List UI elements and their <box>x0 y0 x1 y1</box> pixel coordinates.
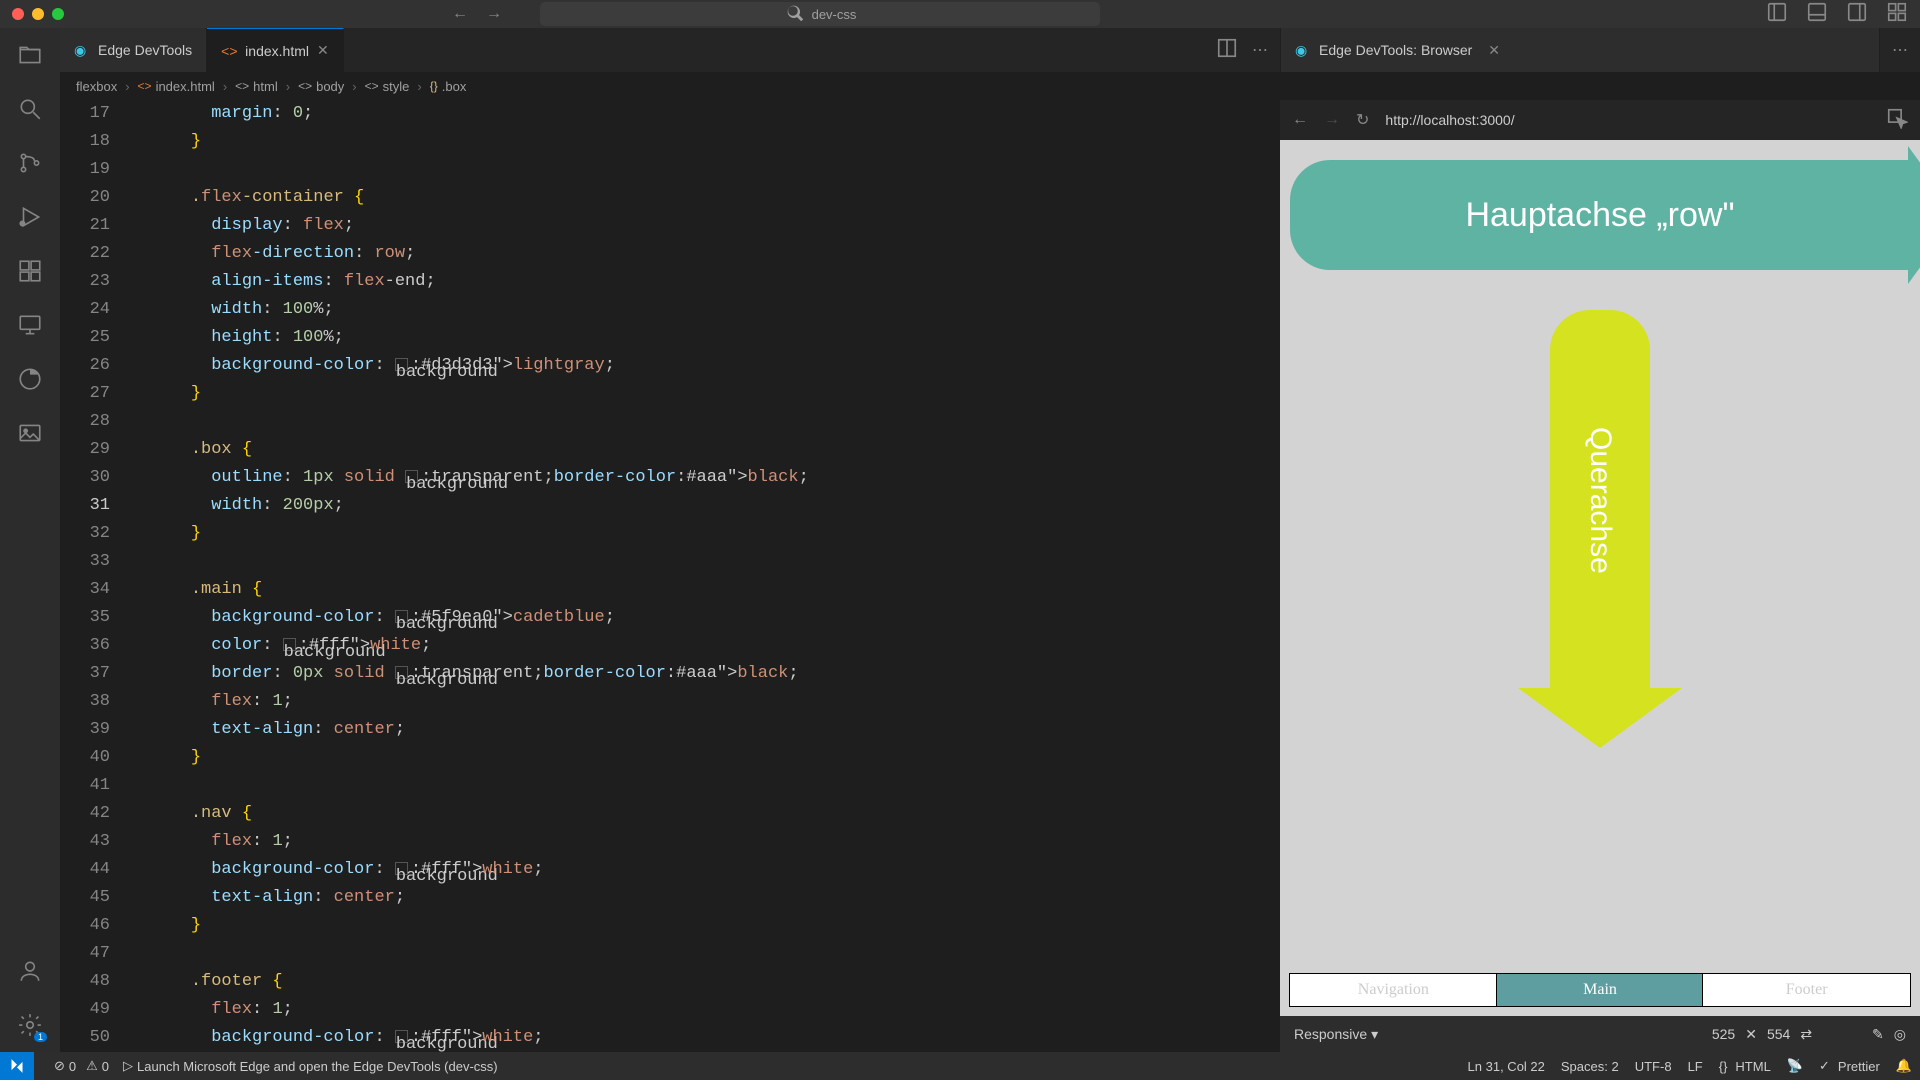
browser-preview-pane: ← → ↻ Hauptachse „row" Querachse <box>1280 100 1920 1052</box>
crumb-style[interactable]: <>style <box>365 79 410 94</box>
viewport-width[interactable]: 525 <box>1712 1026 1735 1042</box>
error-icon: ⊘ <box>54 1058 65 1074</box>
browser-forward-button[interactable]: → <box>1324 111 1340 129</box>
nav-forward-button[interactable]: → <box>486 5 502 23</box>
notifications-icon[interactable]: 🔔 <box>1896 1058 1912 1074</box>
code-editor[interactable]: 1718192021222324252627282930313233343536… <box>60 100 1280 1052</box>
warning-icon: ⚠ <box>86 1058 98 1074</box>
browser-back-button[interactable]: ← <box>1292 111 1308 129</box>
launch-edge-button[interactable]: ▷ Launch Microsoft Edge and open the Edg… <box>123 1058 498 1074</box>
explorer-icon[interactable] <box>15 40 45 70</box>
dimensions-separator: ✕ <box>1745 1026 1757 1043</box>
tab-label: Edge DevTools <box>98 42 192 58</box>
accounts-icon[interactable] <box>15 956 45 986</box>
horizontal-arrow-diagram: Hauptachse „row" <box>1290 160 1910 270</box>
arrow-h-label: Hauptachse „row" <box>1465 196 1734 235</box>
tab-label: index.html <box>245 43 309 59</box>
viewport-height[interactable]: 554 <box>1767 1026 1790 1042</box>
go-live-icon[interactable]: 📡 <box>1787 1058 1803 1074</box>
tab-close-button[interactable]: ✕ <box>1488 42 1500 59</box>
tab-edge-devtools[interactable]: ◉ Edge DevTools <box>60 28 207 72</box>
more-actions-icon[interactable]: ⋯ <box>1892 40 1908 60</box>
flex-item-nav: Navigation <box>1290 974 1497 1006</box>
url-input[interactable] <box>1385 112 1870 128</box>
arrow-v-label: Querachse <box>1583 427 1617 574</box>
flex-demo-row: Navigation Main Footer <box>1290 974 1910 1006</box>
inspect-element-icon[interactable] <box>1886 107 1908 134</box>
traffic-lights <box>12 8 64 20</box>
more-actions-icon[interactable]: ⋯ <box>1252 40 1268 60</box>
edge-icon: ◉ <box>1295 42 1311 58</box>
split-editor-icon[interactable] <box>1216 37 1238 64</box>
edge-icon: ◉ <box>74 42 90 58</box>
crumb-html[interactable]: <>html <box>235 79 278 94</box>
rotate-icon[interactable]: ⇄ <box>1800 1026 1812 1043</box>
search-icon[interactable] <box>15 94 45 124</box>
titlebar: ← → dev-css <box>0 0 1920 28</box>
edge-tools-icon[interactable] <box>15 364 45 394</box>
tab-index-html[interactable]: <> index.html ✕ <box>207 28 344 72</box>
device-selector[interactable]: Responsive ▾ <box>1294 1026 1378 1043</box>
layout-panel-left-icon[interactable] <box>1766 1 1788 28</box>
close-window-button[interactable] <box>12 8 24 20</box>
activity-bar: 1 <box>0 28 60 1052</box>
prettier-status[interactable]: ✓Prettier <box>1819 1058 1880 1074</box>
errors-count[interactable]: ⊘0 ⚠0 <box>54 1058 109 1074</box>
device-emulation-bar: Responsive ▾ 525 ✕ 554 ⇄ ✎ ◎ <box>1280 1016 1920 1052</box>
debug-icon: ▷ <box>123 1058 133 1074</box>
run-debug-icon[interactable] <box>15 202 45 232</box>
cursor-position[interactable]: Ln 31, Col 22 <box>1468 1059 1545 1074</box>
html-file-icon: <> <box>221 43 237 59</box>
encoding-status[interactable]: UTF-8 <box>1635 1059 1672 1074</box>
settings-gear-icon[interactable]: 1 <box>15 1010 45 1040</box>
screenshot-icon[interactable]: ✎ <box>1872 1026 1884 1043</box>
tab-edge-browser[interactable]: ◉ Edge DevTools: Browser ✕ <box>1281 28 1880 72</box>
indentation-status[interactable]: Spaces: 2 <box>1561 1059 1619 1074</box>
extensions-icon[interactable] <box>15 256 45 286</box>
status-bar: ⊘0 ⚠0 ▷ Launch Microsoft Edge and open t… <box>0 1052 1920 1080</box>
editor-tabs: ◉ Edge DevTools <> index.html ✕ ⋯ ◉ Edge… <box>60 28 1920 72</box>
image-tool-icon[interactable] <box>15 418 45 448</box>
crumb-file[interactable]: <>index.html <box>138 79 215 94</box>
nav-back-button[interactable]: ← <box>452 5 468 23</box>
command-center-search[interactable]: dev-css <box>540 2 1100 26</box>
crumb-selector[interactable]: {}.box <box>430 79 467 94</box>
line-number-gutter: 1718192021222324252627282930313233343536… <box>60 100 130 1052</box>
remote-explorer-icon[interactable] <box>15 310 45 340</box>
eol-status[interactable]: LF <box>1688 1059 1703 1074</box>
tab-label: Edge DevTools: Browser <box>1319 42 1472 58</box>
browser-toolbar: ← → ↻ <box>1280 100 1920 140</box>
source-control-icon[interactable] <box>15 148 45 178</box>
breadcrumb[interactable]: flexbox › <>index.html › <>html › <>body… <box>60 72 1920 100</box>
flex-item-main: Main <box>1497 974 1704 1006</box>
flex-item-footer: Footer <box>1703 974 1910 1006</box>
vertical-arrow-diagram: Querachse <box>1550 310 1650 690</box>
browser-reload-button[interactable]: ↻ <box>1356 110 1369 130</box>
minimize-window-button[interactable] <box>32 8 44 20</box>
crumb-folder[interactable]: flexbox <box>76 79 117 94</box>
settings-icon[interactable]: ◎ <box>1894 1026 1906 1043</box>
maximize-window-button[interactable] <box>52 8 64 20</box>
customize-layout-icon[interactable] <box>1886 1 1908 28</box>
browser-viewport: Hauptachse „row" Querachse Navigation Ma… <box>1280 140 1920 1016</box>
layout-panel-bottom-icon[interactable] <box>1806 1 1828 28</box>
language-mode[interactable]: {}HTML <box>1719 1059 1771 1074</box>
chevron-down-icon: ▾ <box>1371 1026 1378 1043</box>
layout-panel-right-icon[interactable] <box>1846 1 1868 28</box>
remote-indicator[interactable] <box>0 1052 34 1080</box>
crumb-body[interactable]: <>body <box>298 79 344 94</box>
search-icon <box>784 2 806 27</box>
tab-close-button[interactable]: ✕ <box>317 42 329 59</box>
search-text: dev-css <box>812 7 857 22</box>
